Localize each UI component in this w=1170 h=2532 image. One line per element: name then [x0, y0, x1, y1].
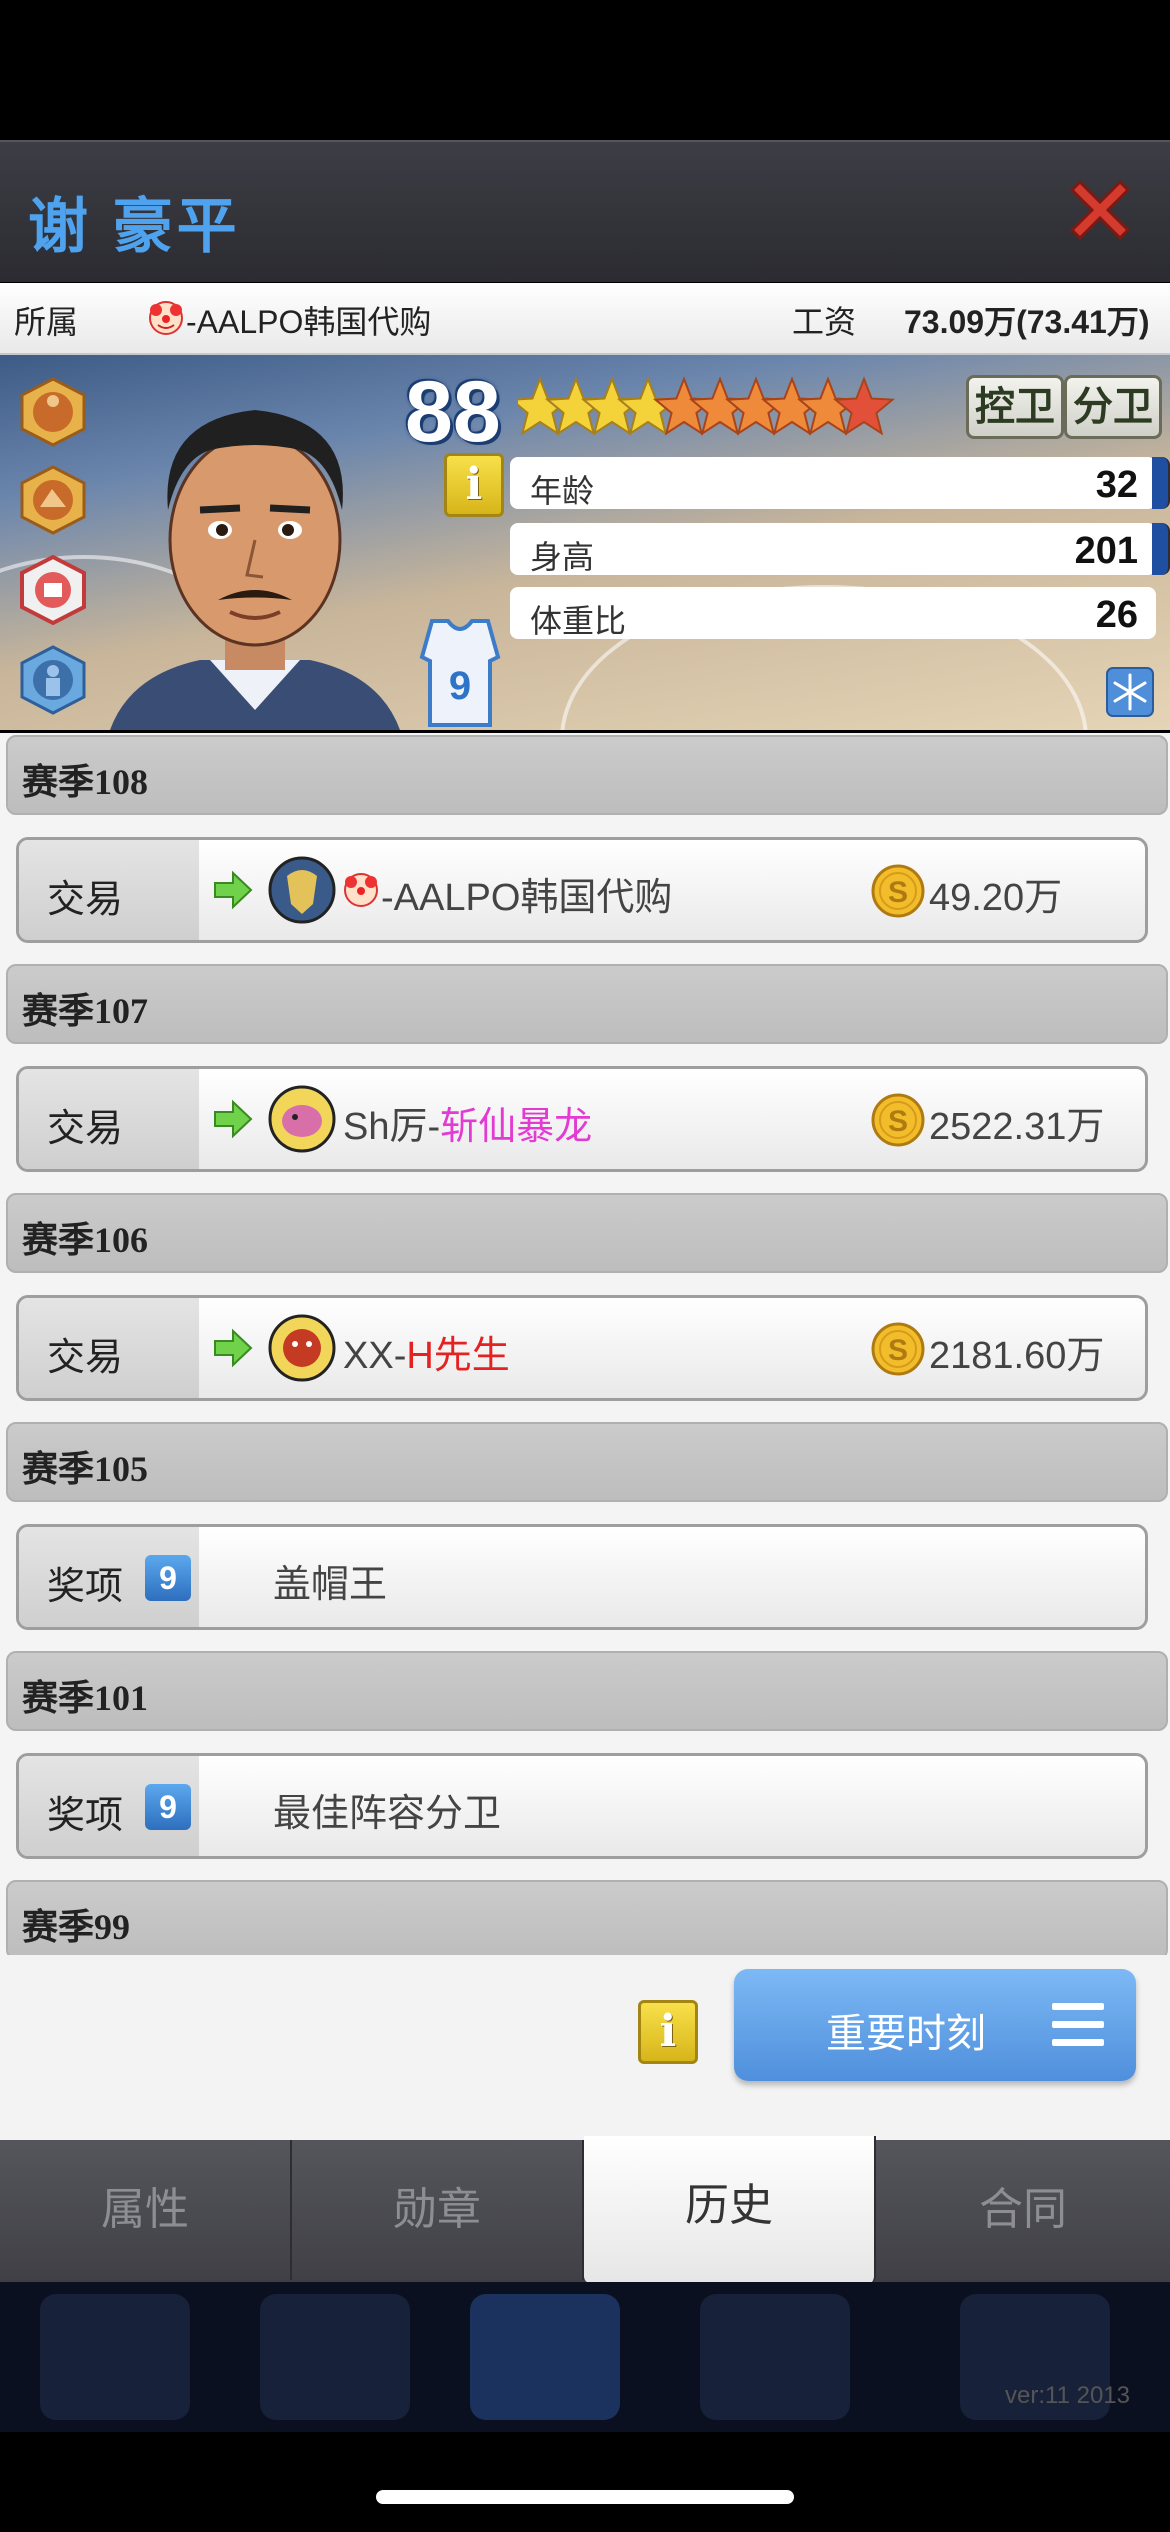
coin-icon: S [871, 1322, 925, 1376]
event-type: 奖项 [47, 1795, 124, 1837]
salary-value: 73.09万(73.41万) [904, 304, 1150, 340]
season-header: 赛季107 [6, 964, 1168, 1044]
team-name[interactable]: XX-H先生 [343, 1324, 510, 1379]
season-label: 赛季105 [22, 1449, 149, 1489]
key-moments-button[interactable]: 重要时刻 [734, 1969, 1136, 2081]
season-header: 赛季108 [6, 735, 1168, 815]
skill-badge-defense-icon[interactable] [18, 645, 88, 715]
team-prefix: Sh厉- [343, 1106, 441, 1148]
arrow-right-icon [214, 870, 253, 910]
coin-icon: S [871, 1093, 925, 1147]
svg-text:9: 9 [449, 664, 471, 708]
history-list[interactable]: 赛季108 交易 -AALPO韩国代购 S 49.20万 赛季107 交易 Sh厉-斩仙暴龙 S… [0, 733, 1170, 1955]
tab-attributes[interactable]: 属性 [0, 2140, 292, 2280]
award-count-badge: 9 [145, 1784, 191, 1830]
event-type: 交易 [47, 1337, 124, 1379]
tab-bar: 属性 勋章 历史 合同 [0, 2136, 1170, 2284]
season-header: 赛季101 [6, 1651, 1168, 1731]
svg-text:S: S [888, 1334, 908, 1367]
team-salary-bar: 所属 -AALPO韩国代购 工资 73.09万(73.41万) [0, 283, 1170, 355]
jersey-icon: 9 [419, 619, 501, 727]
tab-medals[interactable]: 勋章 [292, 2140, 584, 2280]
award-count-badge: 9 [145, 1555, 191, 1601]
info-icon[interactable]: i [444, 453, 504, 517]
clown-icon [344, 873, 378, 907]
arrow-right-icon [214, 1099, 253, 1139]
position-badge-sg: 分卫 [1064, 375, 1162, 439]
history-event-row[interactable]: 奖项 9 盖帽王 [16, 1524, 1148, 1630]
trade-price: 2181.60万 [929, 1335, 1105, 1377]
team-name[interactable]: -AALPO韩国代购 [186, 297, 431, 343]
coin-icon: S [871, 864, 925, 918]
arrow-right-icon [214, 1328, 253, 1368]
tab-history[interactable]: 历史 [584, 2136, 876, 2284]
star-rating [518, 376, 896, 436]
season-label: 赛季107 [22, 991, 149, 1031]
history-event-row[interactable]: 交易 -AALPO韩国代购 S 49.20万 [16, 837, 1148, 943]
team-title: -AALPO韩国代购 [381, 877, 673, 919]
team-logo-icon [268, 856, 336, 924]
svg-text:S: S [888, 1105, 908, 1138]
svg-text:S: S [888, 876, 908, 909]
season-label: 赛季106 [22, 1220, 149, 1260]
player-portrait [110, 410, 400, 730]
team-label: 所属 [14, 304, 79, 340]
team-title: H先生 [406, 1335, 510, 1377]
position-badge-pg: 控卫 [966, 375, 1064, 439]
season-label: 赛季99 [22, 1907, 131, 1947]
close-x-icon[interactable] [1062, 172, 1138, 248]
season-label: 赛季101 [22, 1678, 149, 1718]
season-header: 赛季99 [6, 1880, 1168, 1955]
key-moments-label: 重要时刻 [826, 2012, 986, 2056]
award-name: 盖帽王 [273, 1564, 388, 1606]
stat-weight-ratio: 体重比 26 [510, 587, 1156, 639]
team-logo-icon [268, 1085, 336, 1153]
team-name[interactable]: Sh厉-斩仙暴龙 [343, 1095, 592, 1150]
season-label: 赛季108 [22, 762, 149, 802]
skill-badge-shoe-icon[interactable] [18, 465, 88, 535]
overall-rating: 88 [405, 364, 501, 460]
event-type: 交易 [47, 879, 124, 921]
tab-contract[interactable]: 合同 [876, 2140, 1170, 2280]
season-header: 赛季106 [6, 1193, 1168, 1273]
event-type: 交易 [47, 1108, 124, 1150]
team-prefix: XX- [343, 1335, 407, 1377]
stat-age: 年龄 32 [510, 457, 1170, 509]
history-event-row[interactable]: 奖项 9 最佳阵容分卫 [16, 1753, 1148, 1859]
title-bar: 谢 豪平 [0, 140, 1170, 282]
award-name: 最佳阵容分卫 [273, 1793, 502, 1835]
team-logo-icon [268, 1314, 336, 1382]
event-type: 奖项 [47, 1566, 124, 1608]
clown-icon [149, 301, 183, 335]
menu-icon [1052, 2003, 1104, 2047]
home-indicator[interactable] [376, 2490, 794, 2504]
skill-badge-dribble-icon[interactable] [18, 377, 88, 447]
snowflake-icon[interactable] [1106, 667, 1154, 717]
info-icon[interactable]: i [638, 2000, 698, 2064]
team-title: 斩仙暴龙 [440, 1106, 593, 1148]
trade-price: 2522.31万 [929, 1106, 1105, 1148]
stat-height: 身高 201 [510, 523, 1170, 575]
version-label: ver:11 2013 [1005, 2382, 1130, 2409]
skill-badge-block-icon[interactable] [18, 555, 88, 625]
trade-price: 49.20万 [929, 877, 1063, 919]
team-name[interactable]: -AALPO韩国代购 [381, 866, 672, 921]
player-name: 谢 豪平 [28, 193, 241, 260]
season-header: 赛季105 [6, 1422, 1168, 1502]
player-hero: 9 88 控卫 分卫 i 年龄 32 身高 201 体重比 26 [0, 355, 1170, 730]
background-dock: ver:11 2013 [0, 2282, 1170, 2432]
history-event-row[interactable]: 交易 XX-H先生 S 2181.60万 [16, 1295, 1148, 1401]
history-event-row[interactable]: 交易 Sh厉-斩仙暴龙 S 2522.31万 [16, 1066, 1148, 1172]
salary-label: 工资 [792, 304, 857, 340]
